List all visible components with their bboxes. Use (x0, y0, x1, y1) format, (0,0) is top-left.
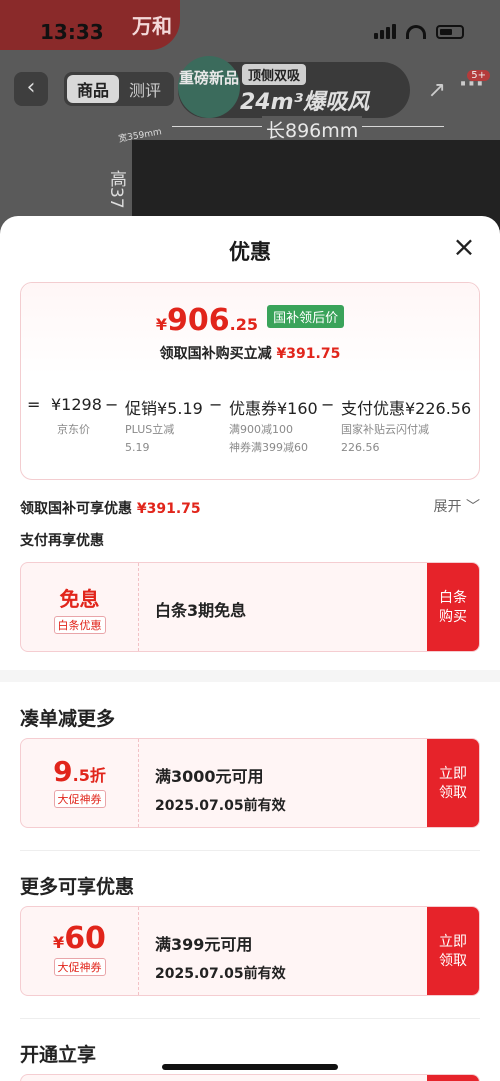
cash-coupon-card: ¥60 大促神券 满399元可用 2025.07.05前有效 立即 领取 (20, 906, 480, 996)
share-icon[interactable]: ↗ (428, 78, 446, 103)
formula-coupon-note: 满900减100 (229, 423, 293, 436)
banner-tag: 顶侧双吸 (242, 64, 307, 85)
formula-pay-note-2: 226.56 (341, 441, 380, 454)
divider (20, 1018, 480, 1019)
coupon2-date: 2025.07.05前有效 (155, 966, 286, 982)
sheet-title: 优惠 (229, 240, 271, 264)
promo-banner: 重磅新品 顶侧双吸 24m³爆吸风 (178, 56, 410, 118)
coupon1-big-small: .5折 (72, 766, 106, 785)
formula-promo-note-2: 5.19 (125, 441, 150, 454)
coupon2-action-line-1: 立即 (439, 934, 467, 950)
coupon1-big: 9 (53, 755, 73, 788)
coupon1-date: 2025.07.05前有效 (155, 798, 286, 814)
status-icons (374, 24, 464, 39)
price-integer: 906 (167, 303, 230, 338)
formula-minus-3: − (321, 395, 335, 414)
coupon2-claim-button[interactable]: 立即 领取 (427, 907, 479, 995)
expand-button[interactable]: 展开 ﹀ (434, 496, 480, 516)
price-badge: 国补领后价 (267, 305, 345, 328)
discount-sheet: 优惠 × ¥906.25 国补领后价 领取国补购买立减 ¥391.75 = ¥1… (0, 216, 500, 1081)
height-label: 高37 (106, 170, 126, 209)
section-divider (0, 670, 500, 682)
close-icon[interactable]: × (450, 233, 478, 262)
baitiao-action-line-2: 购买 (439, 609, 467, 625)
price-currency: ¥ (155, 315, 168, 334)
section-more-offers: 更多可享优惠 (20, 876, 135, 898)
formula-pay-note: 国家补贴云闪付减 (341, 423, 429, 436)
status-time: 13:33 (40, 20, 104, 44)
more-badge: 5+ (467, 70, 490, 81)
coupon-left: 免息 白条优惠 (21, 563, 139, 651)
coupon1-title: 满3000元可用 (155, 767, 264, 786)
formula-minus-1: − (105, 395, 119, 414)
coupon-left: 9.5折 大促神券 (21, 739, 139, 827)
price-decimal: .25 (229, 315, 258, 334)
discount-coupon-card: 9.5折 大促神券 满3000元可用 2025.07.05前有效 立即 领取 (20, 738, 480, 828)
coupon-right: 满399元可用 2025.07.05前有效 (155, 907, 286, 995)
baitiao-title: 白条3期免息 (155, 601, 247, 620)
width-label: 长896mm (262, 116, 363, 143)
baitiao-big: 免息 (59, 587, 100, 611)
coupon-left: ¥60 大促神券 (21, 907, 139, 995)
baitiao-buy-button[interactable]: 白条 购买 (427, 563, 479, 651)
price-subtitle-amount: ¥391.75 (276, 346, 341, 362)
price-subtitle-text: 领取国补购买立减 (159, 346, 272, 362)
coupon1-claim-button[interactable]: 立即 领取 (427, 739, 479, 827)
formula-promo-note: PLUS立减 (125, 423, 175, 436)
formula-coupon: 优惠券¥160 (229, 399, 318, 418)
battery-icon (436, 24, 464, 39)
subsidy-line: 领取国补可享优惠 ¥391.75 (20, 498, 480, 518)
coupon2-tag: 大促神券 (53, 958, 106, 976)
tab-review[interactable]: 测评 (119, 75, 171, 103)
coupon1-value: 9.5折 (21, 755, 138, 788)
coupon2-action-line-2: 领取 (439, 953, 467, 969)
price-subtitle: 领取国补购买立减 ¥391.75 (21, 343, 479, 363)
coupon1-action-line-2: 领取 (439, 785, 467, 801)
coupon2-value: ¥60 (21, 921, 138, 956)
coupon2-currency: ¥ (53, 933, 65, 952)
formula-pay: 支付优惠¥226.56 (341, 399, 472, 418)
section-more-order: 凑单减更多 (20, 708, 116, 730)
banner-headline: 24m³爆吸风 (240, 90, 370, 115)
formula-minus-2: − (209, 395, 223, 414)
formula-promo: 促销¥5.19 (125, 399, 203, 418)
partial-coupon-card (20, 1074, 480, 1081)
formula-coupon-note-2: 神券满399减60 (229, 441, 308, 454)
tab-product[interactable]: 商品 (67, 75, 120, 103)
banner-round-label: 重磅新品 (178, 56, 240, 118)
home-indicator (162, 1064, 338, 1070)
section-open: 开通立享 (20, 1044, 97, 1066)
back-button[interactable]: ‹ (14, 72, 48, 106)
coupon2-big: 60 (64, 921, 106, 956)
baitiao-action-line-1: 白条 (439, 590, 467, 606)
subsidy-text: 领取国补可享优惠 (20, 501, 132, 517)
coupon1-action-line-1: 立即 (439, 766, 467, 782)
coupon1-tag: 大促神券 (53, 790, 106, 808)
baitiao-coupon: 免息 白条优惠 白条3期免息 白条 购买 (20, 562, 480, 652)
coupon2-title: 满399元可用 (155, 935, 253, 954)
baitiao-tag: 白条优惠 (53, 616, 106, 634)
formula-base: ¥1298 (51, 395, 102, 414)
coupon-right: 满3000元可用 2025.07.05前有效 (155, 739, 286, 827)
partial-action-button[interactable] (427, 1075, 479, 1081)
product-tabs: 商品 测评 (64, 72, 175, 106)
formula-base-label: 京东价 (57, 423, 90, 436)
price-breakdown-card: ¥906.25 国补领后价 领取国补购买立减 ¥391.75 = ¥1298 京… (20, 282, 480, 480)
brand-name: 万和 (132, 14, 172, 38)
product-page-background: 万和 13:33 ‹ 商品 测评 重磅新品 顶侧双吸 24m³爆吸风 ↗ ···… (0, 0, 500, 240)
divider (20, 850, 480, 851)
final-price: ¥906.25 国补领后价 (21, 303, 479, 338)
coupon-right: 白条3期免息 (155, 563, 246, 651)
pay-offers-title: 支付再享优惠 (20, 533, 104, 549)
signal-icon (374, 24, 396, 39)
formula-equals: = (27, 395, 41, 414)
subsidy-amount: ¥391.75 (136, 501, 201, 517)
wifi-icon (406, 24, 426, 39)
